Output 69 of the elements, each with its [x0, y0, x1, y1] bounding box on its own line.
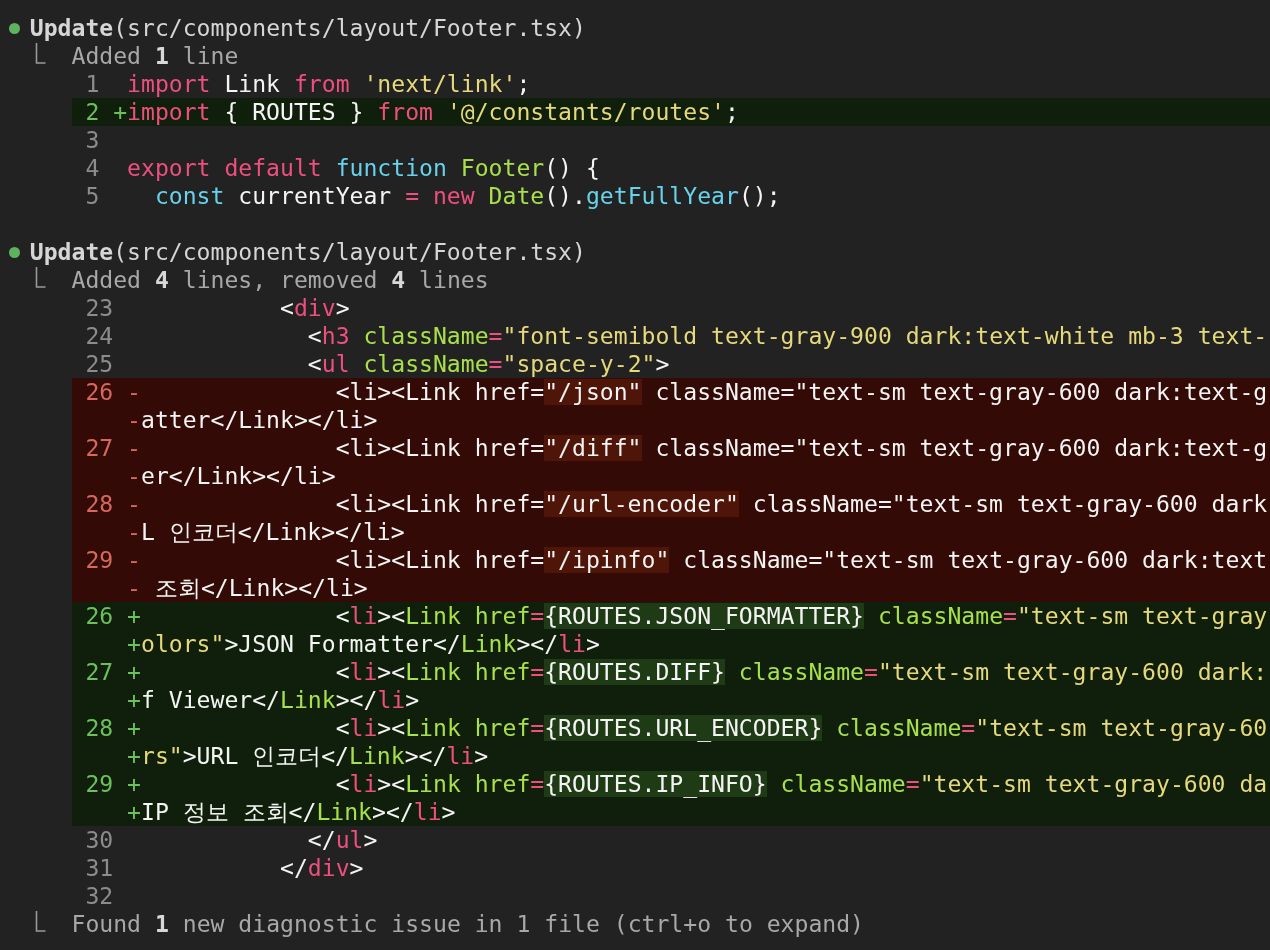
line-number: 1 [85, 70, 100, 98]
diff-marker: - [127, 490, 141, 518]
diff-marker: - [127, 434, 141, 462]
diff-marker: + [127, 742, 141, 770]
line-number: 2 [85, 98, 100, 126]
diff-marker: - [127, 462, 141, 490]
diff-marker: + [127, 714, 141, 742]
line-number: 26 [85, 602, 114, 630]
code-line: <li><Link href="/ipinfo" className="text-sm text-gray-600 dark:text [334, 546, 1268, 574]
code-line: import { ROUTES } from '@/constants/routes'; [127, 98, 739, 126]
tool-call-title: Update(src/components/layout/Footer.tsx) [29, 238, 586, 266]
diff-marker: - [127, 406, 141, 434]
code-line: er</Link></li> [141, 462, 336, 490]
code-line: <li><Link href={ROUTES.JSON_FORMATTER} className="text-sm text-gray [334, 602, 1268, 630]
line-number: 27 [85, 434, 114, 462]
code-line: 조회</Link></li> [153, 574, 368, 602]
code-line: f Viewer</Link></li> [141, 686, 420, 714]
code-line: rs">URL 인코더</Link></li> [141, 742, 489, 770]
line-number: 27 [85, 658, 114, 686]
line-number: 28 [85, 714, 114, 742]
line-number: 26 [85, 378, 114, 406]
diff-marker: + [127, 658, 141, 686]
line-number: 29 [85, 770, 114, 798]
diff-marker: - [127, 518, 141, 546]
code-line: L 인코더</Link></li> [141, 518, 405, 546]
code-line: export default function Footer() { [127, 154, 600, 182]
code-line: <h3 className="font-semibold text-gray-900 dark:text-white mb-3 text- [306, 322, 1268, 350]
code-line: import Link from 'next/link'; [127, 70, 531, 98]
code-line: atter</Link></li> [141, 406, 378, 434]
line-number: 23 [85, 294, 114, 322]
tree-branch-icon [33, 43, 47, 65]
diff-marker: - [127, 574, 141, 602]
tree-branch-icon [33, 911, 47, 933]
diff-marker: - [127, 546, 141, 574]
code-line: </ul> [306, 826, 378, 854]
line-number: 24 [85, 322, 114, 350]
diagnostic-note: Found 1 new diagnostic issue in 1 file (ctrl+o to expand) [71, 910, 864, 938]
diff-marker: + [127, 630, 141, 658]
line-number: 28 [85, 490, 114, 518]
diff-marker: + [127, 770, 141, 798]
line-number: 4 [85, 154, 100, 182]
tree-branch-icon [33, 267, 47, 289]
diff-summary: Added 1 line [71, 42, 239, 70]
code-line: <li><Link href={ROUTES.URL_ENCODER} className="text-sm text-gray-60 [334, 714, 1268, 742]
code-line: </div> [279, 854, 364, 882]
line-number: 29 [85, 546, 114, 574]
line-number: 31 [85, 854, 114, 882]
diff-marker: + [127, 686, 141, 714]
line-number: 25 [85, 350, 114, 378]
code-line: <li><Link href={ROUTES.DIFF} className="text-sm text-gray-600 dark: [334, 658, 1268, 686]
code-line: <li><Link href="/json" className="text-sm text-gray-600 dark:text-g [334, 378, 1268, 406]
line-number: 32 [85, 882, 114, 910]
code-line: <ul className="space-y-2"> [306, 350, 670, 378]
code-line: <li><Link href="/diff" className="text-sm text-gray-600 dark:text-g [334, 434, 1268, 462]
code-line: <div> [279, 294, 350, 322]
diff-summary: Added 4 lines, removed 4 lines [71, 266, 489, 294]
diff-marker: + [127, 798, 141, 826]
diff-marker: + [127, 602, 141, 630]
code-line: <li><Link href={ROUTES.IP_INFO} className="text-sm text-gray-600 da [334, 770, 1268, 798]
line-number: 30 [85, 826, 114, 854]
line-number: 3 [85, 126, 100, 154]
code-line: olors">JSON Formatter</Link></li> [141, 630, 600, 658]
tool-call-title: Update(src/components/layout/Footer.tsx) [29, 14, 586, 42]
code-line: IP 정보 조회</Link></li> [141, 798, 456, 826]
diff-marker: + [113, 98, 128, 126]
code-line: <li><Link href="/url-encoder" className="text-sm text-gray-600 dark [334, 490, 1268, 518]
code-line: const currentYear = new Date().getFullYear(); [153, 182, 781, 210]
line-number: 5 [85, 182, 100, 210]
diff-marker: - [127, 378, 141, 406]
